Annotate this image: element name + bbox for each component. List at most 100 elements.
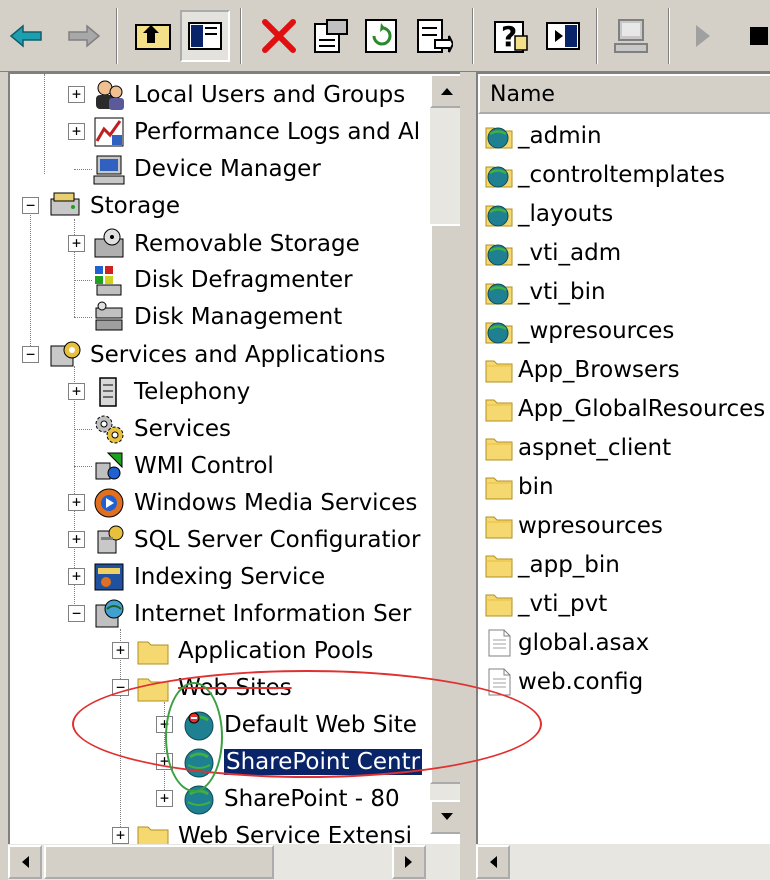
list-item[interactable]: wpresources (484, 508, 663, 544)
show-hide-tree-icon[interactable] (180, 10, 230, 62)
list-item-label: App_Browsers (518, 357, 680, 383)
list-item[interactable]: _wpresources (484, 313, 674, 349)
scroll-down-button[interactable] (430, 800, 460, 834)
action-pane-icon[interactable] (538, 10, 588, 62)
tree-item-label: Removable Storage (134, 231, 360, 257)
users-icon (96, 80, 124, 110)
folder-icon (137, 641, 169, 665)
performance-icon (94, 117, 124, 147)
refresh-icon[interactable] (356, 10, 406, 62)
properties-icon[interactable] (306, 10, 356, 62)
tree-item-telephony[interactable]: Telephony (92, 375, 250, 409)
list-item[interactable]: _vti_pvt (484, 586, 607, 622)
tree-item-performance-logs[interactable]: Performance Logs and Al (92, 115, 420, 149)
folder-icon (485, 399, 513, 422)
collapse-toggle[interactable]: − (22, 346, 39, 363)
scroll-left-button[interactable] (476, 845, 510, 879)
tree-item-sharepoint-80[interactable]: SharePoint - 80 (182, 782, 400, 816)
tree-item-sql-server-configuration[interactable]: SQL Server Configuratior (92, 523, 420, 557)
tree-item-internet-information-services[interactable]: Internet Information Ser (92, 597, 411, 631)
tree-item-local-users-and-groups[interactable]: Local Users and Groups (92, 78, 405, 112)
toolbar: ? (0, 0, 770, 72)
tree-item-windows-media-services[interactable]: Windows Media Services (92, 486, 417, 520)
list-item[interactable]: App_Browsers (484, 352, 680, 388)
tree-item-label: Disk Management (134, 304, 343, 330)
media-services-icon (94, 488, 124, 518)
export-list-icon[interactable] (408, 10, 458, 62)
tree-item-label: Internet Information Ser (134, 601, 412, 627)
expand-toggle[interactable]: + (156, 790, 173, 807)
list-item[interactable]: web.config (484, 664, 643, 700)
forward-arrow-icon[interactable] (58, 10, 108, 62)
expand-toggle[interactable]: + (68, 494, 85, 511)
scroll-up-button[interactable] (430, 74, 460, 108)
tree-item-storage[interactable]: Storage (48, 189, 180, 223)
expand-toggle[interactable]: + (68, 123, 85, 140)
help-icon[interactable]: ? (486, 10, 536, 62)
web-folder-icon (485, 127, 513, 149)
list-item[interactable]: App_GlobalResources (484, 391, 765, 427)
list-item-label: _layouts (518, 201, 614, 227)
list-item[interactable]: aspnet_client (484, 430, 671, 466)
tree-item-disk-management[interactable]: Disk Management (92, 300, 342, 334)
column-header-name[interactable]: Name (478, 74, 770, 114)
scroll-right-button[interactable] (392, 845, 426, 879)
stop-icon[interactable] (728, 10, 770, 62)
expand-toggle[interactable]: + (112, 642, 129, 659)
list-item[interactable]: _controltemplates (484, 157, 725, 193)
delete-icon[interactable] (254, 10, 304, 62)
tree-item-label: Services and Applications (90, 342, 386, 368)
back-arrow-icon[interactable] (2, 10, 52, 62)
tree-item-disk-defragmenter[interactable]: Disk Defragmenter (92, 263, 353, 297)
list-item-label: wpresources (518, 513, 663, 539)
collapse-toggle[interactable]: − (68, 605, 85, 622)
play-icon[interactable] (678, 10, 728, 62)
list-item[interactable]: _app_bin (484, 547, 620, 583)
removable-storage-icon (94, 228, 124, 258)
list-item-label: App_GlobalResources (518, 396, 766, 422)
tree-item-removable-storage[interactable]: Removable Storage (92, 227, 360, 261)
web-folder-icon (485, 283, 513, 305)
list-item[interactable]: _admin (484, 118, 602, 154)
expand-toggle[interactable]: + (68, 86, 85, 103)
tree-horizontal-scrollbar[interactable] (8, 844, 460, 880)
list-item-label: _admin (518, 123, 602, 149)
list-item[interactable]: _vti_bin (484, 274, 606, 310)
scroll-left-button[interactable] (8, 845, 42, 879)
tree-item-label: Disk Defragmenter (134, 267, 353, 293)
expand-toggle[interactable]: + (68, 531, 85, 548)
list-item-label: _wpresources (518, 318, 675, 344)
tree-item-label: Telephony (134, 379, 251, 405)
tree-item-indexing-service[interactable]: Indexing Service (92, 560, 325, 594)
computer-icon[interactable] (606, 10, 656, 62)
list-item[interactable]: _layouts (484, 196, 613, 232)
tree-item-label: SharePoint - 80 (224, 786, 400, 812)
tree-item-wmi-control[interactable]: WMI Control (92, 449, 274, 483)
expand-toggle[interactable]: + (68, 383, 85, 400)
tree-item-application-pools[interactable]: Application Pools (136, 634, 373, 668)
file-icon (488, 629, 511, 657)
folder-icon (485, 594, 513, 617)
tree-item-services-and-applications[interactable]: Services and Applications (48, 338, 385, 372)
list-horizontal-scrollbar[interactable] (476, 844, 770, 880)
list-item-label: _controltemplates (518, 162, 726, 188)
list-item[interactable]: _vti_adm (484, 235, 621, 271)
tree-item-label: Services (134, 416, 231, 442)
expand-toggle[interactable]: + (68, 235, 85, 252)
arrow-left-icon (22, 856, 29, 868)
tree-item-label: Local Users and Groups (134, 82, 406, 108)
list-item[interactable]: bin (484, 469, 554, 505)
web-folder-icon (485, 205, 513, 227)
device-manager-icon (93, 155, 125, 185)
telephony-icon (99, 377, 117, 407)
collapse-toggle[interactable]: − (22, 197, 39, 214)
expand-toggle[interactable]: + (112, 827, 129, 844)
list-item[interactable]: global.asax (484, 625, 649, 661)
tree-item-device-manager[interactable]: Device Manager (92, 152, 321, 186)
scroll-thumb[interactable] (44, 845, 274, 879)
list-item-label: _app_bin (518, 552, 620, 578)
up-folder-icon[interactable] (128, 10, 178, 62)
list-item-label: _vti_adm (518, 240, 622, 266)
tree-item-services[interactable]: Services (92, 412, 231, 446)
expand-toggle[interactable]: + (68, 568, 85, 585)
